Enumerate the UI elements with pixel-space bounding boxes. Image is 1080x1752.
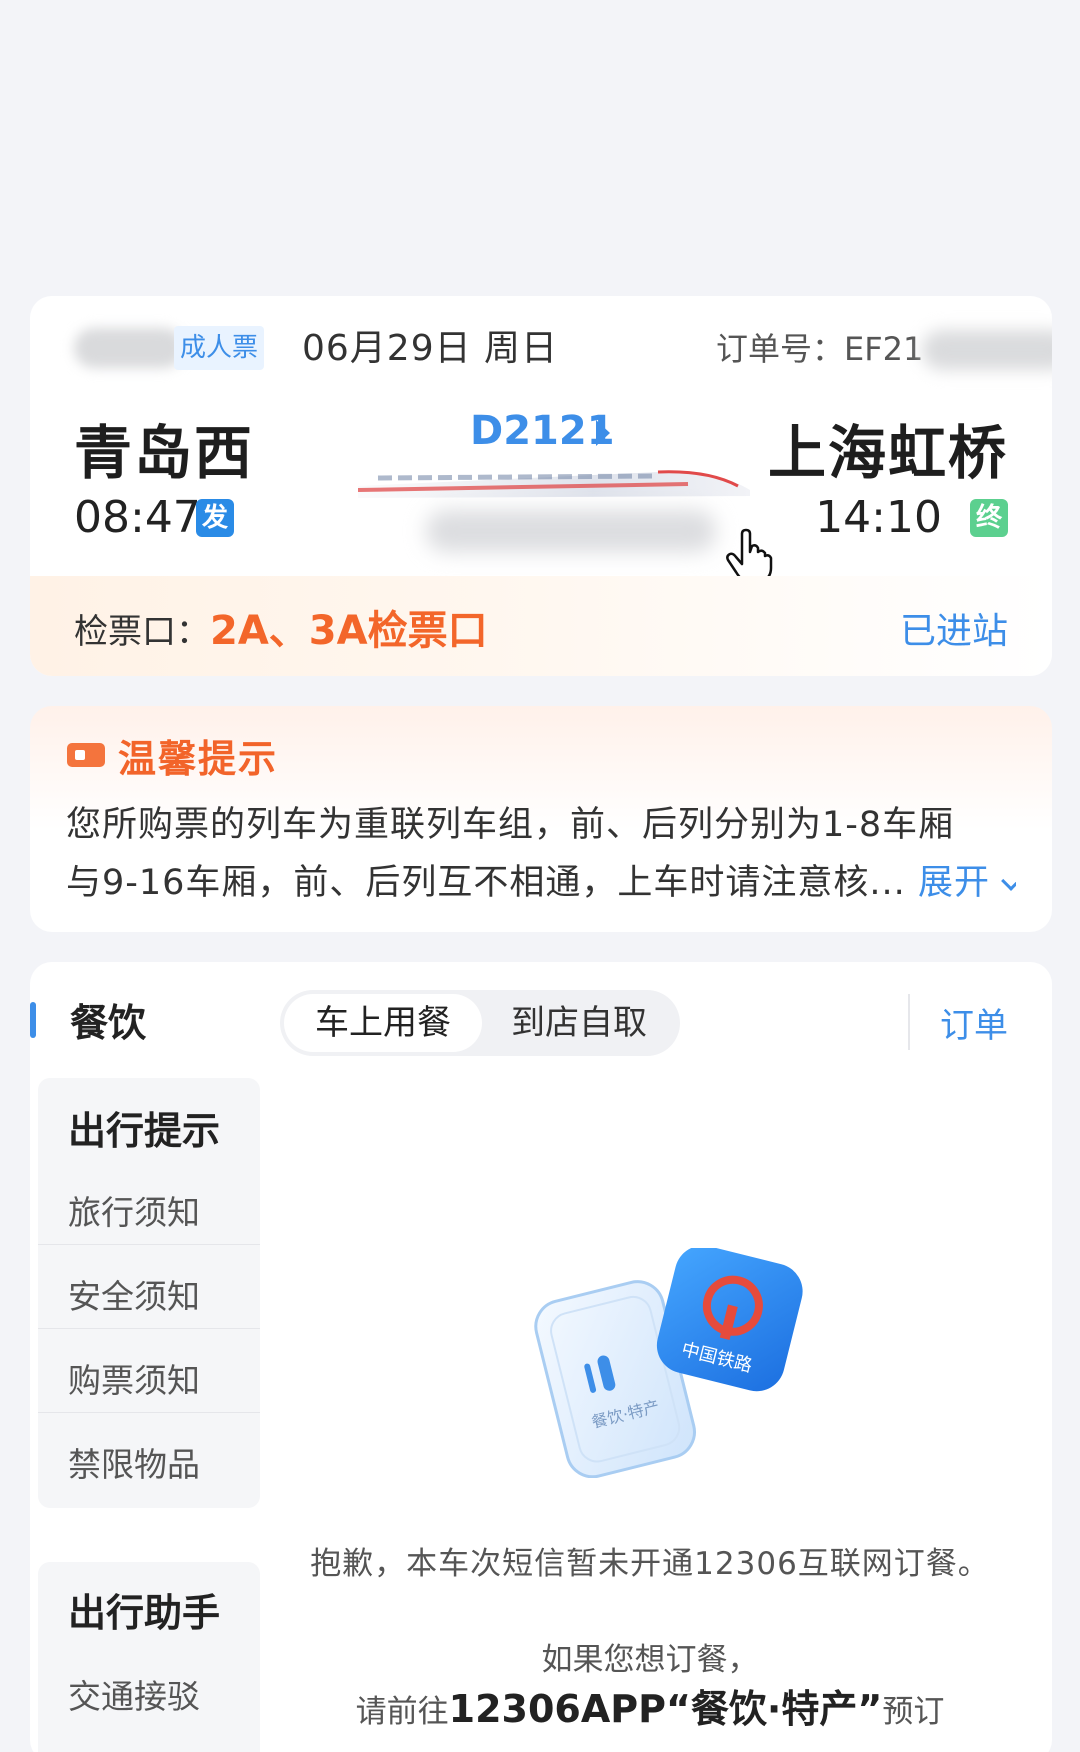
notice-line-2: 与9-16车厢，前、后列互不相通，上车时请注意核... 展开	[66, 854, 1016, 912]
arrival-time: 14:10	[815, 492, 942, 543]
notice-body: 您所购票的列车为重联列车组，前、后列分别为1-8车厢 与9-16车厢，前、后列互…	[66, 796, 1016, 912]
empty-state-hint-line-2: 请前往12306APP“餐饮·特产”预订	[280, 1678, 1020, 1733]
service-card: 餐饮 出行提示 旅行须知 安全须知 购票须知 禁限物品 出行助手 交通接驳 车上…	[30, 962, 1052, 1752]
chevron-down-icon[interactable]	[1001, 871, 1016, 891]
order-number: 订单号：EF21	[716, 330, 924, 368]
sidebar-item-transport-connection[interactable]: 交通接驳	[68, 1670, 258, 1718]
travel-date: 06月29日 周日	[302, 328, 559, 369]
sidebar-item-prohibited-items[interactable]: 禁限物品	[68, 1438, 258, 1486]
sidebar-group-travel-assistant: 出行助手 交通接驳	[38, 1562, 260, 1752]
divider	[908, 994, 910, 1050]
terminal-badge: 终	[970, 499, 1008, 537]
sidebar-item-purchase-notice[interactable]: 购票须知	[68, 1354, 258, 1402]
hint-prefix: 请前往	[355, 1694, 449, 1730]
notice-card: 温馨提示 您所购票的列车为重联列车组，前、后列分别为1-8车厢 与9-16车厢，…	[30, 706, 1052, 932]
notice-line-2-text: 与9-16车厢，前、后列互不相通，上车时请注意核...	[66, 863, 906, 903]
ticket-header: 成人票 06月29日 周日 订单号：EF21	[74, 324, 1052, 380]
gate-label: 检票口：	[74, 612, 210, 652]
catering-mode-tabs: 车上用餐 到店自取	[280, 990, 680, 1056]
orders-link[interactable]: 订单	[940, 998, 1008, 1047]
boarding-status[interactable]: 已进站	[900, 602, 1008, 654]
hint-app-name: 12306APP“餐饮·特产”	[448, 1687, 883, 1731]
high-speed-train-icon	[358, 470, 750, 498]
expand-label[interactable]: 展开	[918, 863, 990, 903]
tab-onboard-meal[interactable]: 车上用餐	[284, 994, 482, 1052]
notice-line-1: 您所购票的列车为重联列车组，前、后列分别为1-8车厢	[66, 805, 955, 845]
trip-detail-page: 成人票 06月29日 周日 订单号：EF21 青岛西 上海虹桥 D2121 08…	[0, 0, 1080, 1752]
sidebar-group-travel-tips: 出行提示 旅行须知 安全须知 购票须知 禁限物品	[38, 1078, 260, 1508]
empty-state-hint-line-1: 如果您想订餐，	[541, 1642, 759, 1678]
divider	[38, 1412, 260, 1413]
train-duration-redacted	[426, 510, 716, 552]
hint-suffix: 预订	[882, 1694, 945, 1730]
divider	[38, 1244, 260, 1245]
train-number-arrow-icon[interactable]	[596, 420, 610, 446]
ticket-type-badge: 成人票	[174, 326, 265, 370]
passenger-name-redacted	[74, 328, 184, 368]
sidebar-item-travel-notice[interactable]: 旅行须知	[68, 1186, 258, 1234]
arrival-station: 上海虹桥	[767, 419, 1008, 487]
divider	[38, 1328, 260, 1329]
active-section-indicator	[30, 1002, 36, 1038]
sidebar-heading-travel-assistant[interactable]: 出行助手	[68, 1582, 220, 1637]
empty-state-message: 抱歉，本车次短信暂未开通12306互联网订餐。	[310, 1546, 990, 1582]
order-number-redacted	[922, 330, 1052, 370]
departure-time: 08:47	[74, 492, 201, 543]
catering-app-illustration: 餐饮·特产 中国铁路	[534, 1248, 803, 1478]
expand-notice-button[interactable]: 展开	[918, 863, 1016, 903]
sidebar-heading-travel-tips[interactable]: 出行提示	[68, 1100, 220, 1155]
train-number[interactable]: D2121	[470, 408, 615, 454]
departure-station: 青岛西	[74, 419, 255, 487]
departure-badge: 发	[196, 499, 234, 537]
notice-title: 温馨提示	[118, 737, 279, 781]
ticket-gate-bar: 检票口： 2A、3A检票口 已进站	[30, 576, 1052, 676]
gate-value: 2A、3A检票口	[210, 608, 488, 654]
ticket-card[interactable]: 成人票 06月29日 周日 订单号：EF21 青岛西 上海虹桥 D2121 08…	[30, 296, 1052, 676]
ticket-notice-icon	[67, 743, 105, 767]
sidebar-item-safety-notice[interactable]: 安全须知	[68, 1270, 258, 1318]
tab-store-pickup[interactable]: 到店自取	[482, 994, 676, 1052]
sidebar-item-catering[interactable]: 餐饮	[70, 992, 146, 1047]
